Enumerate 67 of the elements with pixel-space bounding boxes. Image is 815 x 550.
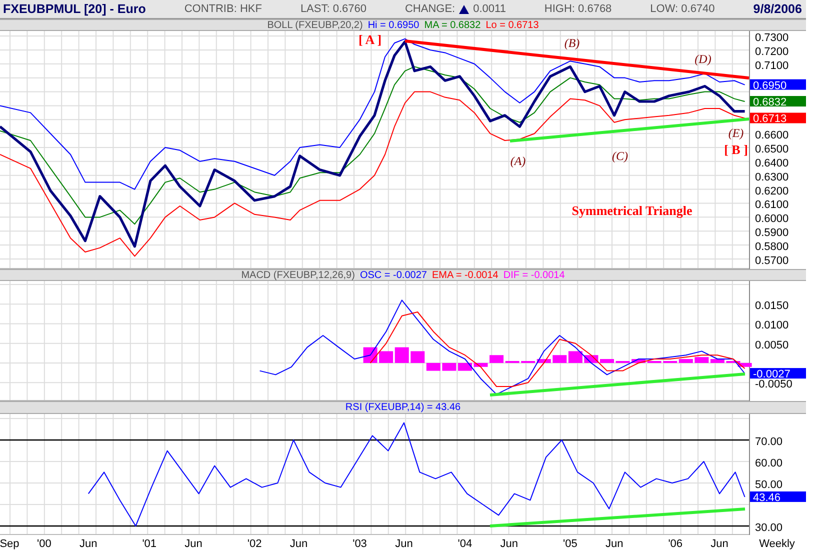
- axis-tick-label: 0.5900: [755, 227, 789, 240]
- legend-text: EMA = -0.0014: [432, 270, 498, 280]
- axis-tick-label: 50.00: [755, 479, 783, 491]
- axis-tick-label: Jun: [395, 538, 413, 550]
- axis-tick-label: Jun: [500, 538, 518, 550]
- legend-text: MA = 0.6832: [424, 20, 481, 30]
- axis-tick-label: '00: [37, 538, 52, 550]
- axis-tick-label: 70.00: [755, 436, 783, 448]
- axis-tick-label: -0.0050: [755, 378, 792, 391]
- annotation-label: (C): [612, 149, 628, 163]
- annotation-label: [ B ]: [724, 142, 748, 157]
- axis-tick-label: 0.6100: [755, 199, 789, 212]
- axis-tick-label: '02: [247, 538, 262, 550]
- axis-tick-label: 0.6300: [755, 171, 789, 184]
- axis-tick-label: 0.0150: [755, 300, 789, 312]
- axis-tick-label: '01: [142, 538, 157, 550]
- value-tag: 0.6832: [750, 96, 806, 108]
- date-label: 9/8/2006: [753, 2, 802, 16]
- annotation-label: Symmetrical Triangle: [572, 203, 692, 218]
- axis-tick-label: '03: [352, 538, 367, 550]
- legend-text: Lo = 0.6713: [486, 20, 539, 30]
- axis-tick-label: 0.6500: [755, 144, 789, 156]
- value-tag: -0.0027: [750, 368, 806, 381]
- last-price: LAST: 0.6760: [300, 3, 366, 15]
- change-label: CHANGE:: [404, 3, 456, 15]
- axis-tick-label: '04: [458, 538, 472, 550]
- value-tag: 43.46: [750, 491, 806, 504]
- symbol-title: FXEUBPMUL [20] - Euro: [3, 2, 146, 16]
- axis-tick-label: 0.5800: [755, 241, 789, 254]
- legend-text: RSI (FXEUBP,14) = 43.46: [345, 402, 461, 413]
- legend-text: Hi = 0.6950: [368, 20, 420, 30]
- axis-tick-label: 60.00: [755, 458, 783, 470]
- legend-text: DIF = -0.0014: [503, 270, 565, 280]
- axis-tick-label: 0.6200: [755, 185, 789, 198]
- axis-tick-label: Jun: [184, 538, 202, 550]
- axis-tick-label: 0.7200: [755, 46, 789, 58]
- axis-tick-label: '06: [668, 538, 683, 550]
- axis-tick-label: Jun: [80, 538, 98, 550]
- annotation-label: (D): [694, 52, 712, 66]
- axis-tick-label: Sep: [0, 538, 20, 550]
- annotation-label: (E): [728, 126, 744, 140]
- period-label: Weekly: [759, 538, 795, 550]
- low-price: LOW: 0.6740: [650, 3, 715, 15]
- axis-tick-label: Jun: [710, 538, 728, 550]
- axis-tick-label: Jun: [290, 538, 308, 550]
- axis-tick-label: 30.00: [755, 522, 783, 534]
- axis-tick-label: 0.6600: [755, 130, 789, 142]
- axis-tick-label: 0.6000: [755, 213, 789, 226]
- axis-tick-label: 0.7300: [755, 32, 789, 44]
- axis-tick-label: Jun: [605, 538, 624, 550]
- legend-text: BOLL (FXEUBP,20,2): [267, 20, 363, 30]
- axis-tick-label: 0.0100: [755, 320, 789, 332]
- high-price: HIGH: 0.6768: [544, 3, 612, 15]
- axis-tick-label: 0.0050: [755, 339, 789, 352]
- annotation-label: (A): [510, 154, 526, 168]
- contrib-label: CONTRIB: HKF: [184, 3, 262, 15]
- value-tag: 0.6950: [750, 79, 806, 92]
- axis-tick-label: 0.5700: [755, 254, 789, 267]
- value-tag: 0.6713: [750, 112, 806, 126]
- legend-text: MACD (FXEUBP,12,26,9): [241, 270, 355, 280]
- axis-tick-label: '05: [563, 538, 578, 550]
- axis-tick-label: 0.7100: [755, 60, 789, 72]
- axis-tick-label: 0.6400: [755, 157, 789, 170]
- annotation-label: [ A ]: [358, 32, 382, 47]
- change-value: 0.0011: [473, 3, 506, 15]
- legend-text: OSC = -0.0027: [360, 270, 427, 280]
- annotation-label: (B): [564, 36, 580, 50]
